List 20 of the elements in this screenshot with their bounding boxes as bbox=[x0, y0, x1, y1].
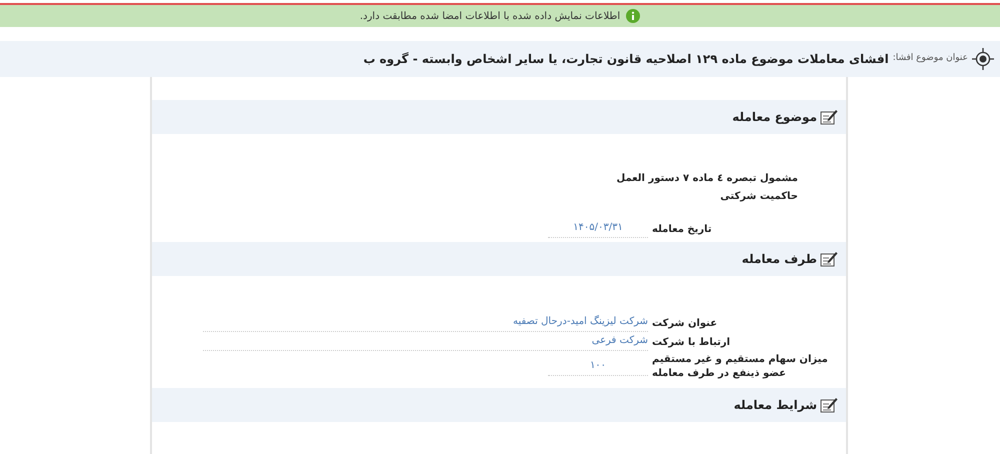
field-label: تاریخ معامله bbox=[651, 222, 713, 236]
header-label: عنوان موضوع افشا: bbox=[892, 52, 968, 66]
field-label: ارتباط با شرکت bbox=[651, 336, 732, 350]
target-icon bbox=[972, 48, 994, 70]
field-value: شرکت فرعی bbox=[203, 334, 648, 351]
edit-icon bbox=[820, 109, 838, 125]
section-title: موضوع معامله bbox=[732, 109, 817, 126]
section-title: طرف معامله bbox=[742, 251, 817, 268]
field-value: شرکت لیزینگ امید-درحال تصفیه bbox=[203, 315, 648, 332]
header-title: افشای معاملات موضوع ماده ۱۲۹ اصلاحیه قانون تجارت، یا سایر اشخاص وابسته - گروه ب bbox=[363, 51, 889, 68]
field-value: ۱۴۰۵/۰۳/۳۱ bbox=[548, 221, 648, 238]
banner-text: اطلاعات نمایش داده شده با اطلاعات امضا شده مطابقت دارد. bbox=[360, 10, 620, 24]
info-icon bbox=[626, 9, 640, 23]
field-label: عنوان شرکت bbox=[651, 316, 718, 330]
section-title: شرایط معامله bbox=[734, 397, 817, 414]
field-label: مشمول تبصره ٤ ماده ۷ دستور العمل حاکمیت شرکتی bbox=[616, 172, 798, 204]
field-value: ۱۰۰ bbox=[548, 358, 648, 376]
edit-icon bbox=[820, 251, 838, 267]
field-label: میزان سهام مستقیم و غیر مستقیم عضو ذینفع در طرف معامله bbox=[651, 353, 829, 381]
edit-icon bbox=[820, 397, 838, 413]
